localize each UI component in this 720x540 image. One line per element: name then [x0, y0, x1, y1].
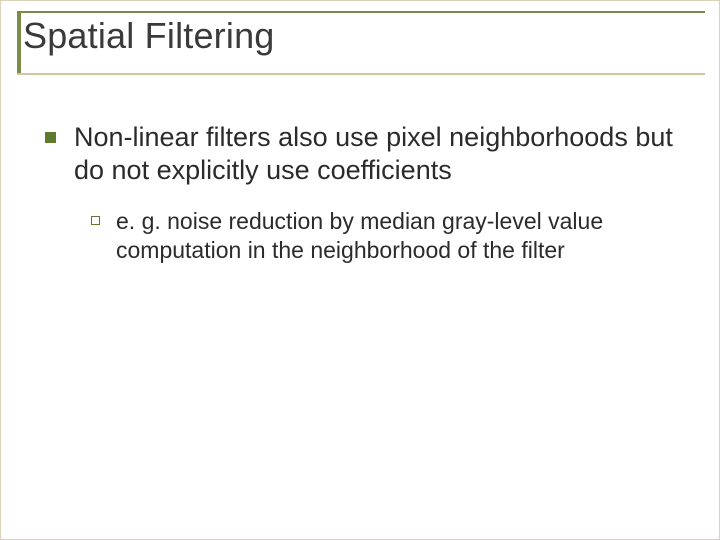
title-rule-left — [17, 13, 21, 73]
list-item-text: Non-linear filters also use pixel neighb… — [74, 121, 685, 187]
slide-title: Spatial Filtering — [17, 11, 705, 67]
slide-body: Non-linear filters also use pixel neighb… — [45, 121, 685, 264]
bullet-solid-icon — [45, 132, 56, 143]
title-rule-top — [17, 11, 705, 13]
title-block: Spatial Filtering — [17, 11, 705, 67]
slide: Spatial Filtering Non-linear filters als… — [0, 0, 720, 540]
list-item: Non-linear filters also use pixel neighb… — [45, 121, 685, 187]
title-rule-bottom — [17, 73, 705, 75]
bullet-outline-icon — [91, 216, 100, 225]
list-subitem-text: e. g. noise reduction by median gray-lev… — [116, 207, 685, 265]
list-subitem: e. g. noise reduction by median gray-lev… — [91, 207, 685, 265]
